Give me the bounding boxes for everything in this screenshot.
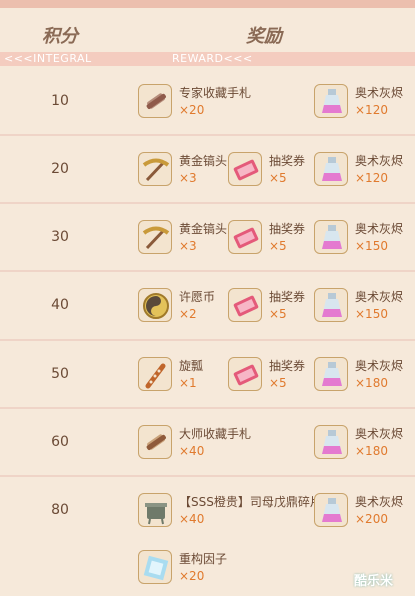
top-decoration-bar (0, 0, 415, 8)
item-name: 抽奖券 (269, 154, 306, 168)
item-name: 许愿币 (179, 290, 216, 304)
potion-icon (314, 84, 348, 118)
row-divider (0, 475, 415, 477)
ticket-icon (228, 152, 262, 186)
item-quantity: ×5 (269, 239, 287, 253)
pickaxe-icon (138, 220, 172, 254)
item-quantity: ×40 (179, 444, 205, 458)
score-value: 30 (51, 229, 69, 245)
item-quantity: ×1 (179, 376, 197, 390)
score-value: 50 (51, 366, 69, 382)
reward-column-title: 奖励 (246, 26, 282, 47)
item-name: 抽奖券 (269, 222, 306, 236)
reward-row: 40 许愿币 ×2 抽奖券 ×5 奥术灰烬 ×150 (0, 288, 415, 322)
score-value: 10 (51, 93, 69, 109)
reward-row: 10 专家收藏手札 ×20 奥术灰烬 ×120 (0, 84, 415, 118)
ticket-icon (228, 357, 262, 391)
row-divider (0, 270, 415, 272)
item-quantity: ×180 (355, 444, 388, 458)
item-name: 重构因子 (179, 552, 228, 566)
item-quantity: ×20 (179, 569, 205, 583)
item-name: 抽奖券 (269, 290, 306, 304)
item-quantity: ×2 (179, 307, 197, 321)
firework-icon (138, 357, 172, 391)
cauldron-icon (138, 493, 172, 527)
potion-icon (314, 425, 348, 459)
item-name: 专家收藏手札 (179, 86, 252, 100)
score-column-title: 积分 (42, 26, 78, 47)
item-quantity: ×5 (269, 171, 287, 185)
item-name: 奥术灰烬 (355, 222, 404, 236)
item-quantity: ×3 (179, 239, 197, 253)
reward-row: 60 大师收藏手札 ×40 奥术灰烬 ×180 (0, 425, 415, 459)
item-quantity: ×3 (179, 171, 197, 185)
item-quantity: ×200 (355, 512, 388, 526)
potion-icon (314, 493, 348, 527)
item-name: 奥术灰烬 (355, 495, 404, 509)
potion-icon (314, 357, 348, 391)
item-name: 奥术灰烬 (355, 290, 404, 304)
item-name: 大师收藏手札 (179, 427, 252, 441)
item-name: 奥术灰烬 (355, 427, 404, 441)
item-name: 黄金镐头 (179, 154, 228, 168)
item-quantity: ×120 (355, 171, 388, 185)
reward-row: 50 旋瓢 ×1 抽奖券 ×5 奥术灰烬 ×180 (0, 357, 415, 391)
item-name: 奥术灰烬 (355, 154, 404, 168)
item-quantity: ×5 (269, 307, 287, 321)
reward-row: 80 【SSS橙贵】司母戊鼎碎片 ×40 奥术灰烬 ×200 重构因子 ×20 (0, 493, 415, 588)
ticket-icon (228, 288, 262, 322)
row-divider (0, 407, 415, 409)
potion-icon (314, 152, 348, 186)
score-value: 80 (51, 502, 69, 518)
row-divider (0, 202, 415, 204)
item-quantity: ×40 (179, 512, 205, 526)
item-quantity: ×20 (179, 103, 205, 117)
score-value: 40 (51, 297, 69, 313)
score-value: 60 (51, 434, 69, 450)
item-quantity: ×5 (269, 376, 287, 390)
item-name: 【SSS橙贵】司母戊鼎碎片 (179, 495, 322, 509)
item-name: 奥术灰烬 (355, 86, 404, 100)
ticket-icon (228, 220, 262, 254)
crystal-icon (138, 550, 172, 584)
row-divider (0, 339, 415, 341)
potion-icon (314, 220, 348, 254)
integral-subtitle: <<<INTEGRAL (4, 52, 92, 65)
watermark-text: 酷乐米 (354, 574, 394, 589)
coin-icon (138, 288, 172, 322)
pickaxe-icon (138, 152, 172, 186)
potion-icon (314, 288, 348, 322)
item-name: 奥术灰烬 (355, 359, 404, 373)
reward-subtitle: REWARD<<< (172, 52, 253, 65)
item-quantity: ×180 (355, 376, 388, 390)
scroll-icon (138, 84, 172, 118)
reward-row: 30 黄金镐头 ×3 抽奖券 ×5 奥术灰烬 ×150 (0, 220, 415, 254)
item-quantity: ×120 (355, 103, 388, 117)
item-quantity: ×150 (355, 307, 388, 321)
item-name: 抽奖券 (269, 359, 306, 373)
item-name: 旋瓢 (179, 359, 204, 373)
reward-row: 20 黄金镐头 ×3 抽奖券 ×5 奥术灰烬 ×120 (0, 152, 415, 186)
row-divider (0, 134, 415, 136)
scroll-icon (138, 425, 172, 459)
item-quantity: ×150 (355, 239, 388, 253)
item-name: 黄金镐头 (179, 222, 228, 236)
score-value: 20 (51, 161, 69, 177)
